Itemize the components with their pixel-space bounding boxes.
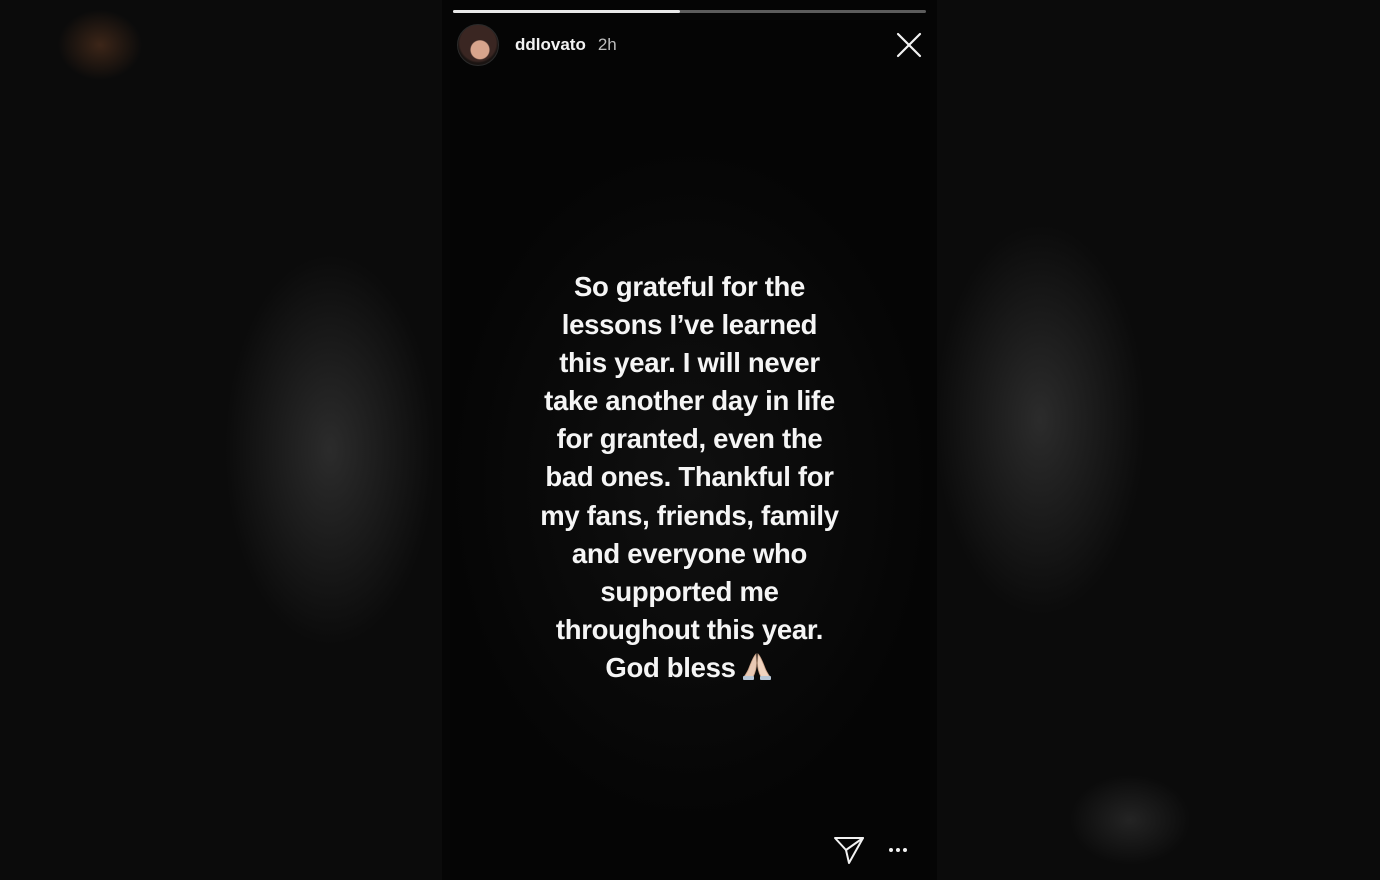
story-text: So grateful for the lessons I’ve learned… xyxy=(540,271,839,683)
close-icon xyxy=(896,32,922,58)
story-viewer[interactable]: ddlovato 2h So grateful for the lessons … xyxy=(442,0,937,880)
story-progress-bar xyxy=(453,10,926,13)
story-timestamp: 2h xyxy=(597,35,617,54)
username[interactable]: ddlovato xyxy=(515,35,586,55)
send-icon xyxy=(834,837,864,864)
praying-hands-icon xyxy=(740,651,774,681)
close-button[interactable] xyxy=(894,30,924,60)
story-header: ddlovato 2h xyxy=(457,24,617,66)
avatar[interactable] xyxy=(457,24,499,66)
story-progress-fill xyxy=(453,10,681,13)
more-options-button[interactable] xyxy=(884,838,914,862)
story-text-block: So grateful for the lessons I’ve learned… xyxy=(482,268,897,687)
send-button[interactable] xyxy=(832,833,866,867)
more-options-icon xyxy=(889,848,907,852)
